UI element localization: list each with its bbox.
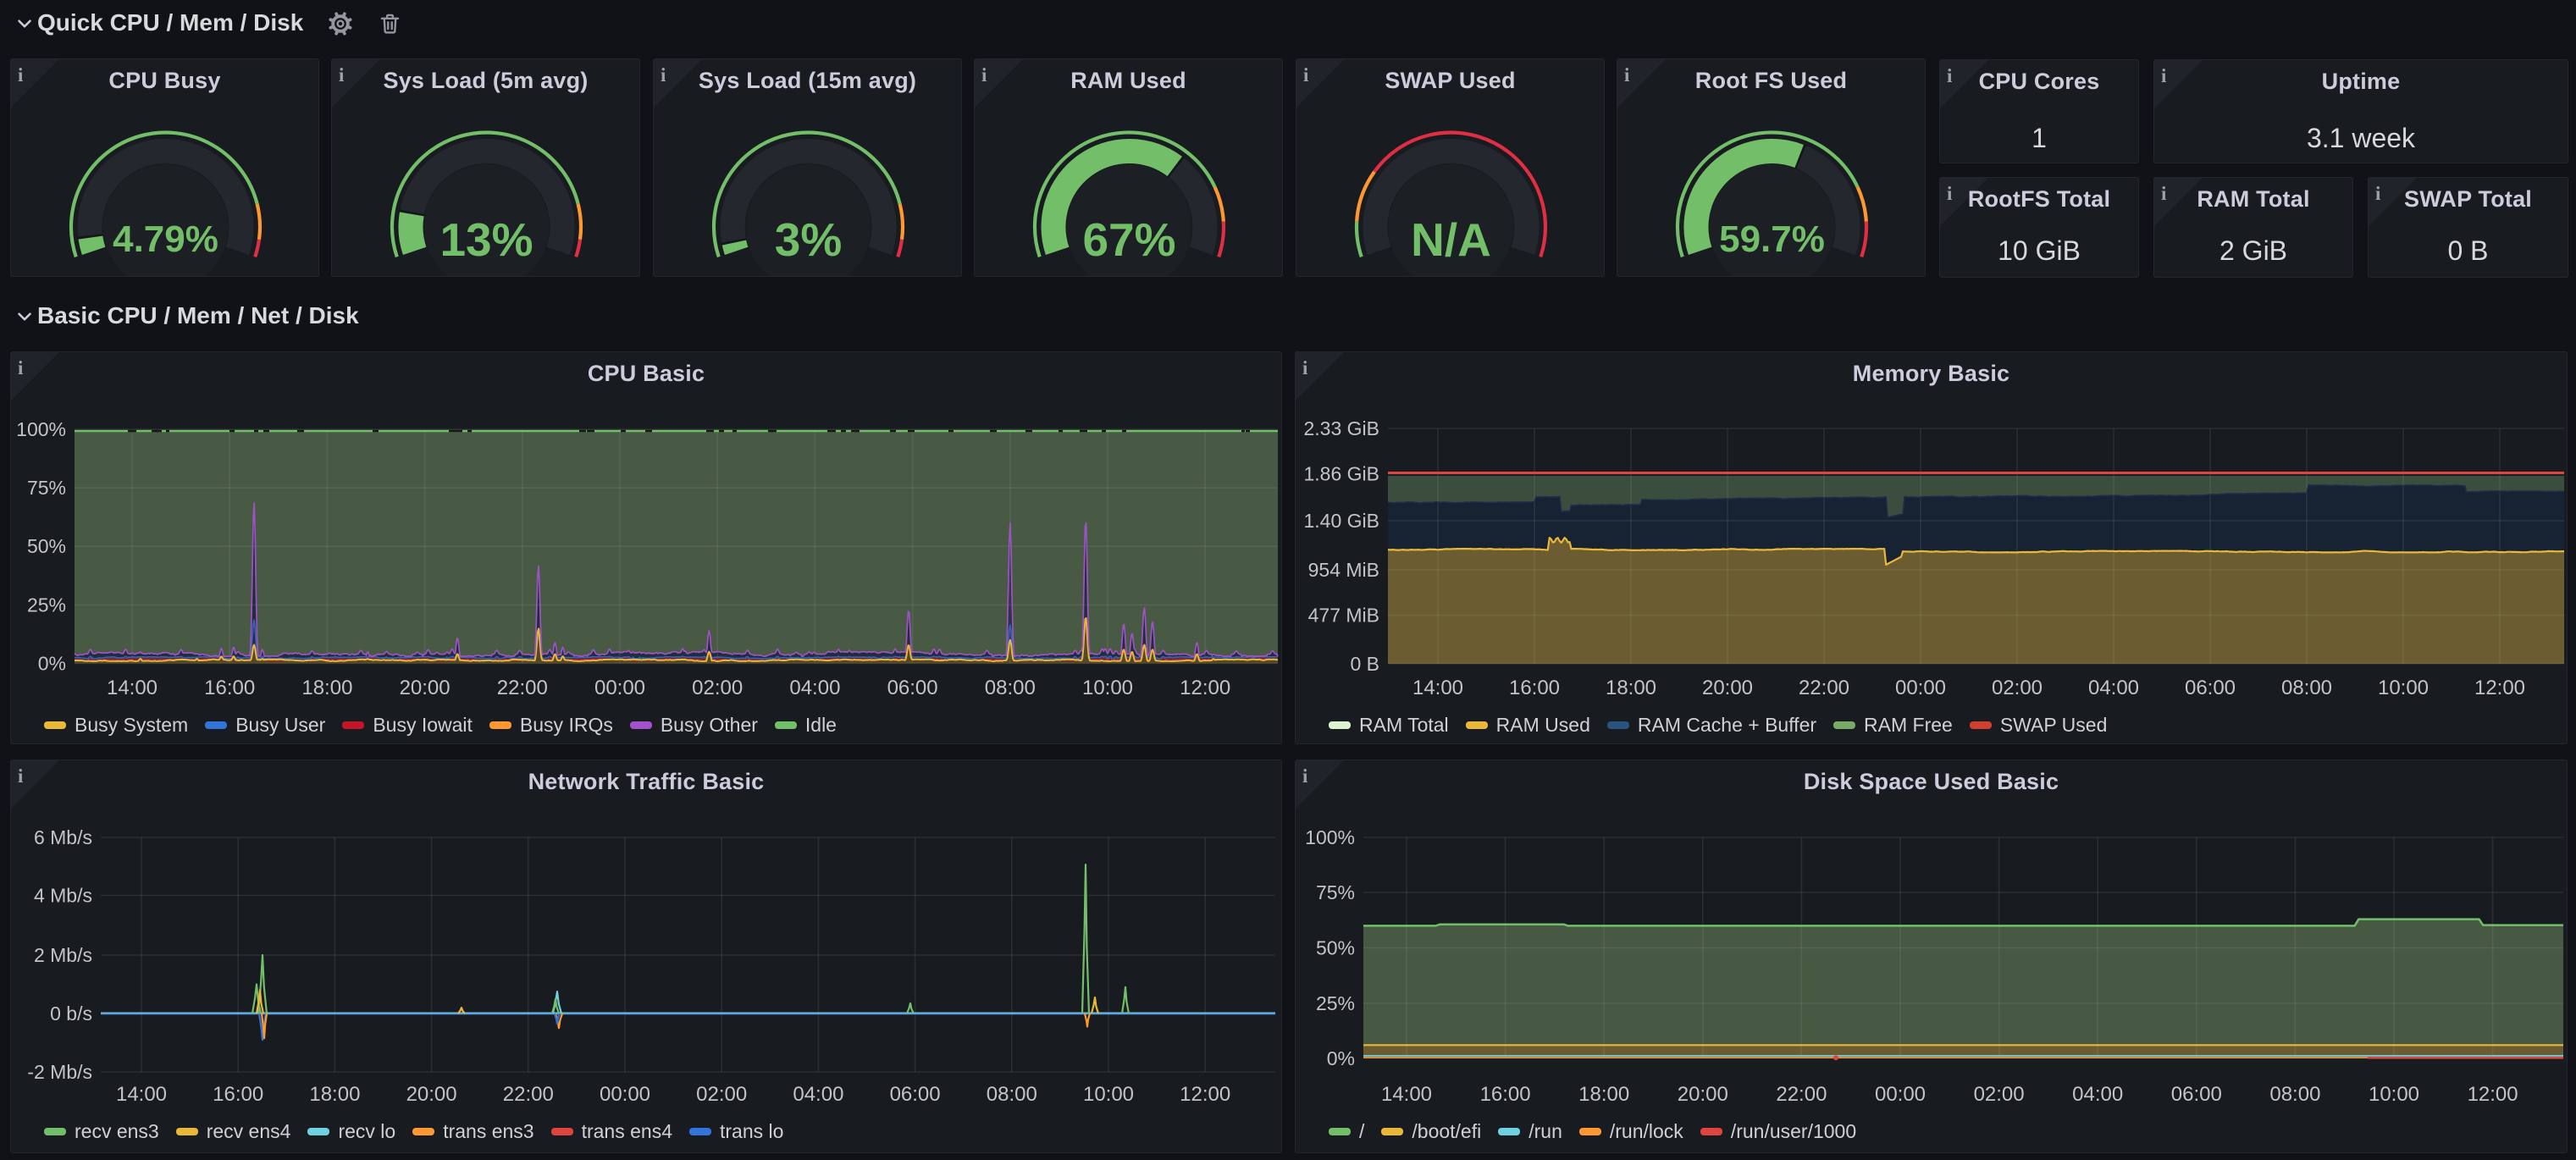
- svg-text:12:00: 12:00: [1180, 1083, 1230, 1106]
- svg-text:06:00: 06:00: [887, 677, 938, 699]
- svg-text:22:00: 22:00: [1799, 677, 1849, 699]
- svg-text:18:00: 18:00: [301, 677, 352, 699]
- svg-text:0%: 0%: [38, 653, 66, 675]
- svg-text:1.40 GiB: 1.40 GiB: [1304, 510, 1380, 532]
- svg-text:75%: 75%: [27, 477, 66, 499]
- svg-text:22:00: 22:00: [503, 1083, 554, 1106]
- svg-text:00:00: 00:00: [600, 1083, 650, 1106]
- svg-text:10:00: 10:00: [1082, 677, 1133, 699]
- svg-text:N/A: N/A: [1411, 213, 1491, 266]
- svg-text:20:00: 20:00: [1702, 677, 1753, 699]
- svg-text:04:00: 04:00: [2072, 1083, 2123, 1106]
- svg-text:1.86 GiB: 1.86 GiB: [1304, 463, 1380, 485]
- svg-text:100%: 100%: [1305, 826, 1355, 848]
- svg-text:04:00: 04:00: [793, 1083, 843, 1106]
- svg-text:3%: 3%: [775, 213, 843, 266]
- svg-text:14:00: 14:00: [107, 677, 158, 699]
- svg-text:4.79%: 4.79%: [113, 218, 218, 260]
- svg-text:50%: 50%: [1316, 937, 1355, 959]
- svg-text:08:00: 08:00: [2269, 1083, 2320, 1106]
- svg-text:14:00: 14:00: [1412, 677, 1463, 699]
- svg-text:00:00: 00:00: [594, 677, 645, 699]
- svg-text:67%: 67%: [1082, 213, 1175, 266]
- svg-text:12:00: 12:00: [1180, 677, 1230, 699]
- svg-text:100%: 100%: [16, 418, 66, 440]
- svg-text:16:00: 16:00: [1509, 677, 1560, 699]
- svg-text:22:00: 22:00: [1776, 1083, 1827, 1106]
- svg-text:16:00: 16:00: [213, 1083, 263, 1106]
- svg-text:14:00: 14:00: [116, 1083, 167, 1106]
- svg-text:954 MiB: 954 MiB: [1308, 559, 1379, 581]
- svg-text:20:00: 20:00: [400, 677, 451, 699]
- svg-text:00:00: 00:00: [1875, 1083, 1926, 1106]
- svg-text:02:00: 02:00: [1992, 677, 2043, 699]
- svg-text:22:00: 22:00: [497, 677, 548, 699]
- svg-text:25%: 25%: [27, 594, 66, 616]
- svg-text:06:00: 06:00: [2185, 677, 2236, 699]
- svg-text:04:00: 04:00: [789, 677, 840, 699]
- svg-text:10:00: 10:00: [1083, 1083, 1134, 1106]
- svg-text:06:00: 06:00: [2171, 1083, 2222, 1106]
- svg-text:6 Mb/s: 6 Mb/s: [34, 826, 92, 848]
- svg-text:14:00: 14:00: [1381, 1083, 1432, 1106]
- svg-text:08:00: 08:00: [985, 677, 1036, 699]
- svg-text:08:00: 08:00: [2281, 677, 2332, 699]
- svg-text:59.7%: 59.7%: [1719, 218, 1825, 260]
- svg-text:0%: 0%: [1327, 1047, 1355, 1069]
- svg-text:16:00: 16:00: [204, 677, 255, 699]
- svg-text:18:00: 18:00: [1606, 677, 1656, 699]
- svg-text:06:00: 06:00: [890, 1083, 941, 1106]
- svg-text:18:00: 18:00: [1578, 1083, 1629, 1106]
- svg-text:16:00: 16:00: [1480, 1083, 1531, 1106]
- svg-text:18:00: 18:00: [309, 1083, 360, 1106]
- svg-text:02:00: 02:00: [696, 1083, 747, 1106]
- svg-text:02:00: 02:00: [1974, 1083, 2025, 1106]
- svg-text:12:00: 12:00: [2474, 677, 2525, 699]
- svg-text:20:00: 20:00: [406, 1083, 457, 1106]
- svg-text:10:00: 10:00: [2369, 1083, 2419, 1106]
- svg-text:4 Mb/s: 4 Mb/s: [34, 885, 92, 907]
- svg-text:477 MiB: 477 MiB: [1308, 605, 1379, 627]
- svg-text:25%: 25%: [1316, 992, 1355, 1014]
- svg-text:08:00: 08:00: [987, 1083, 1037, 1106]
- svg-text:2 Mb/s: 2 Mb/s: [34, 944, 92, 966]
- svg-text:-2 Mb/s: -2 Mb/s: [27, 1061, 92, 1083]
- svg-text:12:00: 12:00: [2468, 1083, 2518, 1106]
- svg-text:0 b/s: 0 b/s: [50, 1003, 92, 1025]
- svg-text:00:00: 00:00: [1895, 677, 1946, 699]
- svg-text:20:00: 20:00: [1678, 1083, 1728, 1106]
- svg-text:13%: 13%: [439, 213, 533, 266]
- svg-text:75%: 75%: [1316, 881, 1355, 903]
- svg-text:50%: 50%: [27, 535, 66, 557]
- svg-text:10:00: 10:00: [2378, 677, 2429, 699]
- svg-text:02:00: 02:00: [692, 677, 743, 699]
- svg-text:04:00: 04:00: [2088, 677, 2139, 699]
- svg-text:2.33 GiB: 2.33 GiB: [1304, 417, 1380, 439]
- svg-text:0 B: 0 B: [1350, 653, 1379, 675]
